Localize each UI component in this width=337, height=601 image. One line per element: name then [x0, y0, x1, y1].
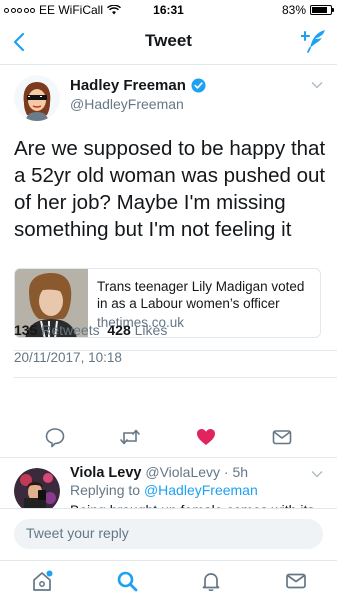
author-handle[interactable]: @HadleyFreeman	[70, 96, 184, 112]
reply-author-name[interactable]: Viola Levy	[70, 465, 141, 481]
status-right: 83%	[281, 3, 334, 17]
messages-icon[interactable]	[284, 569, 308, 593]
author-name-text: Hadley Freeman	[70, 77, 186, 94]
reply-icon[interactable]	[44, 426, 66, 448]
status-bar: EE WiFiCall 16:31 83%	[0, 0, 337, 20]
compose-tweet-icon[interactable]	[301, 28, 327, 54]
retweet-count[interactable]: 135	[14, 322, 37, 338]
tweet-stats: 135 Retweets 428 Likes	[14, 322, 167, 338]
replying-handle-link[interactable]: @HadleyFreeman	[144, 482, 258, 498]
chevron-down-icon[interactable]	[311, 79, 323, 91]
reply-meta: Viola Levy @ViolaLevy · 5h	[70, 464, 248, 481]
retweet-label[interactable]: Retweets	[41, 322, 99, 338]
author-avatar[interactable]	[14, 75, 60, 121]
like-icon[interactable]	[195, 426, 217, 448]
notifications-icon[interactable]	[199, 569, 223, 593]
reply-dot: ·	[223, 464, 229, 480]
card-title: Trans teenager Lily Madigan voted in as …	[97, 279, 305, 311]
reply-author-handle[interactable]: @ViolaLevy	[145, 464, 220, 480]
author-name[interactable]: Hadley Freeman	[70, 77, 206, 94]
share-icon[interactable]	[271, 426, 293, 448]
like-count[interactable]: 428	[107, 322, 130, 338]
reply-input[interactable]: Tweet your reply	[14, 519, 323, 549]
battery-percent: 83%	[281, 3, 306, 17]
divider	[14, 350, 337, 351]
replying-prefix: Replying to	[70, 482, 141, 498]
divider	[14, 377, 337, 378]
verified-badge-icon	[191, 78, 206, 93]
chevron-down-icon[interactable]	[311, 468, 323, 480]
reply-composer: Tweet your reply	[0, 508, 337, 561]
replying-to: Replying to @HadleyFreeman	[70, 482, 258, 498]
tweet-actions	[0, 424, 337, 454]
search-icon[interactable]	[115, 569, 139, 593]
tweet-text: Are we supposed to be happy that a 52yr …	[14, 137, 326, 241]
tweet-timestamp: 20/11/2017, 10:18	[14, 350, 122, 365]
navbar: Tweet	[0, 20, 337, 65]
like-label[interactable]: Likes	[135, 322, 168, 338]
home-icon[interactable]	[30, 569, 54, 593]
page-title: Tweet	[145, 31, 192, 50]
battery-icon	[310, 5, 334, 15]
retweet-icon[interactable]	[119, 426, 141, 448]
reply-time: 5h	[232, 464, 249, 480]
tab-bar	[0, 560, 337, 601]
